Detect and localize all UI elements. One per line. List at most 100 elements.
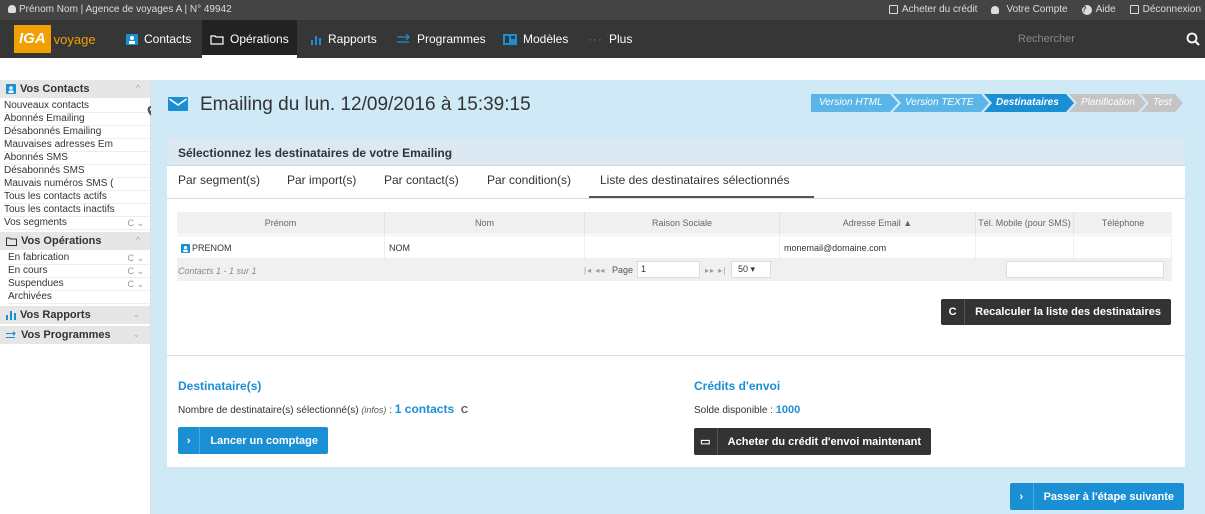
nav-programs[interactable]: Programmes [389,20,494,58]
refresh-chevron-icon[interactable]: C ⌄ [127,252,144,264]
sidebar-head-reports[interactable]: Vos Rapports ⌄ [0,306,150,324]
column-header-mobile[interactable]: Tél. Mobile (pour SMS) [976,212,1074,234]
sidebar-head-label: Vos Contacts [20,83,90,95]
pager-next-last-icon[interactable]: ▸▸ ▸| [705,266,726,275]
search-icon[interactable] [1186,32,1200,46]
search-input[interactable]: Rechercher [1014,27,1176,51]
nav-reports[interactable]: Rapports [302,20,385,58]
logout-link[interactable]: Déconnexion [1129,4,1201,15]
sidebar-item[interactable]: Abonnés SMS [4,152,150,165]
tab-active-indicator [589,196,814,198]
nav-models[interactable]: Modèles [495,20,576,58]
count-button[interactable]: › Lancer un comptage [178,427,328,454]
table-cell-email: monemail@domaine.com [780,235,976,259]
sidebar-item[interactable]: Mauvaises adresses Em [4,139,150,152]
infos-link[interactable]: (infos) [361,405,386,415]
chevron-up-icon[interactable]: ^ [136,235,140,245]
page-number-input[interactable]: 1 [637,261,700,278]
card-icon [888,5,898,14]
table-cell-nom: NOM [385,235,585,259]
page-title: Emailing du lun. 12/09/2016 à 15:39:15 [200,94,531,115]
help-label: Aide [1095,4,1116,15]
recipients-label: Nombre de destinataire(s) sélectionné(s) [178,405,359,416]
sidebar-head-contacts[interactable]: Vos Contacts ^ [0,80,150,98]
refresh-chevron-icon[interactable]: C ⌄ [127,265,144,277]
pager-first-prev-icon[interactable]: |◂ ◂◂ [584,266,605,275]
step-version-texte[interactable]: Version TEXTE [893,94,989,112]
contact-icon [181,244,190,254]
refresh-chevron-icon[interactable]: C ⌄ [127,217,144,229]
step-planification[interactable]: Planification [1069,94,1146,112]
table-cell-prenom[interactable]: PRENOM [177,235,385,259]
sidebar-item-segments[interactable]: Vos segments C ⌄ [4,217,150,230]
top-bar: Prénom Nom | Agence de voyages A | N° 49… [0,0,1205,20]
sidebar-head-programs[interactable]: Vos Programmes ⌄ [0,326,150,344]
buy-credit-link[interactable]: Acheter du crédit [888,4,978,15]
bar-chart-icon [6,311,16,320]
sidebar-item-en-cours[interactable]: En cours C ⌄ [8,265,150,278]
flow-icon [6,330,16,338]
sidebar-item-fabrication[interactable]: En fabrication C ⌄ [8,252,150,265]
tab-conditions[interactable]: Par condition(s) [487,173,571,187]
account-link[interactable]: Votre Compte [991,4,1068,15]
sidebar-item[interactable]: Tous les contacts inactifs [4,204,150,217]
nav-contacts[interactable]: Contacts [118,20,199,58]
chevron-up-icon[interactable]: ^ [136,83,140,93]
top-links: Acheter du crédit Votre Compte ? Aide Déc… [888,4,1201,15]
sidebar-head-label: Vos Opérations [21,235,102,247]
bar-chart-icon [311,35,321,45]
buy-credit-button[interactable]: ▭ Acheter du crédit d'envoi maintenant [694,428,931,455]
tab-segments[interactable]: Par segment(s) [178,173,260,187]
credits-title: Crédits d'envoi [694,379,781,393]
chevron-down-icon[interactable]: ⌄ [132,329,140,340]
sidebar-item[interactable]: Tous les contacts actifs [4,191,150,204]
sidebar: Vos Contacts ^ Nouveaux contacts Abonnés… [0,80,151,514]
refresh-icon[interactable]: C [461,405,468,416]
column-header-raison[interactable]: Raison Sociale [585,212,780,234]
page-size-select[interactable]: 50 ▾ [731,261,771,278]
sidebar-item[interactable]: Mauvais numéros SMS ( [4,178,150,191]
pager-filter-input[interactable] [1006,261,1164,278]
contacts-icon [126,33,138,45]
tab-imports[interactable]: Par import(s) [287,173,356,187]
help-link[interactable]: ? Aide [1081,4,1116,15]
nav-operations[interactable]: Opérations [202,20,297,58]
sidebar-item[interactable]: Désabonnés SMS [4,165,150,178]
sidebar-item-label: Vos segments [4,217,67,228]
card-icon: ▭ [694,428,718,455]
page-size-value: 50 [738,264,749,274]
nav-operations-label: Opérations [230,32,289,46]
nav-more[interactable]: ··· Plus [580,20,640,58]
buy-credit-label: Acheter du crédit [901,4,978,15]
tab-selected-list[interactable]: Liste des destinataires sélectionnés [600,173,789,187]
next-step-button[interactable]: › Passer à l'étape suivante [1010,483,1184,510]
dots-icon: ··· [588,32,603,46]
tab-contacts[interactable]: Par contact(s) [384,173,459,187]
buy-credit-label: Acheter du crédit d'envoi maintenant [727,435,921,448]
column-header-email[interactable]: Adresse Email ▲ [780,212,976,234]
logo-voyage: voyage [53,31,96,47]
refresh-chevron-icon[interactable]: C ⌄ [127,278,144,290]
column-header-telephone[interactable]: Téléphone [1074,212,1172,234]
sidebar-head-label: Vos Rapports [20,309,91,321]
column-header-nom[interactable]: Nom [385,212,585,234]
recalculate-button[interactable]: C Recalculer la liste des destinataires [941,299,1171,325]
column-header-prenom[interactable]: Prénom [177,212,385,234]
step-destinataires[interactable]: Destinataires [984,94,1074,112]
recipients-title: Destinataire(s) [178,379,262,393]
sidebar-item-suspendues[interactable]: Suspendues C ⌄ [8,278,150,291]
logo[interactable]: IGA voyage [14,24,96,54]
step-version-html[interactable]: Version HTML [811,94,898,112]
nav-programs-label: Programmes [417,32,486,46]
sidebar-item[interactable]: Nouveaux contacts [4,100,150,113]
logo-iga: IGA [14,25,51,53]
nav-more-label: Plus [609,32,633,46]
sidebar-item[interactable]: Désabonnés Emailing [4,126,150,139]
sidebar-head-operations[interactable]: Vos Opérations ^ [0,232,150,250]
sidebar-item[interactable]: Abonnés Emailing [4,113,150,126]
count-label: Lancer un comptage [210,434,318,447]
colon: : [386,405,392,416]
logout-label: Déconnexion [1142,4,1201,15]
chevron-down-icon[interactable]: ⌄ [132,309,140,320]
sidebar-item-archivees[interactable]: Archivées [8,291,150,304]
